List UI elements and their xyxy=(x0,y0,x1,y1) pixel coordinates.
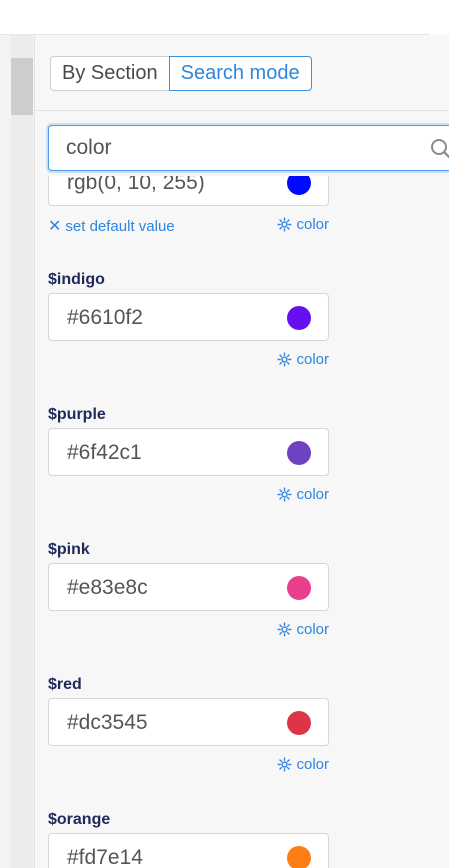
search-input[interactable] xyxy=(66,126,416,170)
value-text: #e83e8c xyxy=(67,576,148,599)
color-swatch[interactable] xyxy=(287,846,311,868)
value-text: #6f42c1 xyxy=(67,441,142,464)
value-input[interactable]: #fd7e14 xyxy=(48,833,329,868)
value-input[interactable]: rgb(0, 10, 255) xyxy=(48,176,329,206)
value-text: #6610f2 xyxy=(67,306,143,329)
value-text: rgb(0, 10, 255) xyxy=(67,176,205,194)
field-actions: color xyxy=(48,621,329,641)
scrollbar[interactable] xyxy=(11,35,33,868)
panel-header: By Section Search mode xyxy=(35,35,449,111)
mode-switch: By Section Search mode xyxy=(50,56,312,91)
set-default-label: set default value xyxy=(65,218,175,235)
variable-name: $orange xyxy=(48,811,111,828)
variable-name: $red xyxy=(48,676,82,693)
value-text: #fd7e14 xyxy=(67,846,143,868)
search-mode-button[interactable]: Search mode xyxy=(168,56,312,91)
color-tag-link[interactable]: color xyxy=(277,621,329,638)
tag-label: color xyxy=(296,216,329,233)
search-icon[interactable] xyxy=(429,137,449,161)
color-swatch[interactable] xyxy=(287,176,311,195)
color-tag-link[interactable]: color xyxy=(277,216,329,233)
variable-name: $indigo xyxy=(48,271,105,288)
gear-icon xyxy=(277,217,293,232)
value-input[interactable]: #e83e8c xyxy=(48,563,329,611)
tag-label: color xyxy=(296,351,329,368)
tag-label: color xyxy=(296,486,329,503)
value-input[interactable]: #6610f2 xyxy=(48,293,329,341)
top-bar xyxy=(0,0,449,34)
color-swatch[interactable] xyxy=(287,711,311,735)
field-actions: color xyxy=(48,756,329,776)
color-tag-link[interactable]: color xyxy=(277,486,329,503)
field-actions: ✕ set default value color xyxy=(48,216,329,236)
gear-icon xyxy=(277,352,293,367)
gear-icon xyxy=(277,487,293,502)
variable-name: $purple xyxy=(48,406,106,423)
value-input[interactable]: #6f42c1 xyxy=(48,428,329,476)
close-icon: ✕ xyxy=(48,218,62,235)
color-tag-link[interactable]: color xyxy=(277,351,329,368)
field-actions: color xyxy=(48,351,329,371)
color-swatch[interactable] xyxy=(287,576,311,600)
color-swatch[interactable] xyxy=(287,306,311,330)
set-default-link[interactable]: ✕ set default value xyxy=(48,216,175,236)
scrollbar-thumb[interactable] xyxy=(11,58,33,115)
search-box xyxy=(48,125,449,171)
value-input[interactable]: #dc3545 xyxy=(48,698,329,746)
value-text: #dc3545 xyxy=(67,711,148,734)
field-actions: color xyxy=(48,486,329,506)
results-list[interactable]: rgb(0, 10, 255) ✕ set default value color… xyxy=(35,176,449,868)
gear-icon xyxy=(277,622,293,637)
gear-icon xyxy=(277,757,293,772)
tag-label: color xyxy=(296,756,329,773)
variables-panel: By Section Search mode rgb(0, 10, 255) ✕… xyxy=(35,35,449,868)
variable-name: $pink xyxy=(48,541,90,558)
color-swatch[interactable] xyxy=(287,441,311,465)
by-section-button[interactable]: By Section xyxy=(50,56,169,91)
color-tag-link[interactable]: color xyxy=(277,756,329,773)
tag-label: color xyxy=(296,621,329,638)
